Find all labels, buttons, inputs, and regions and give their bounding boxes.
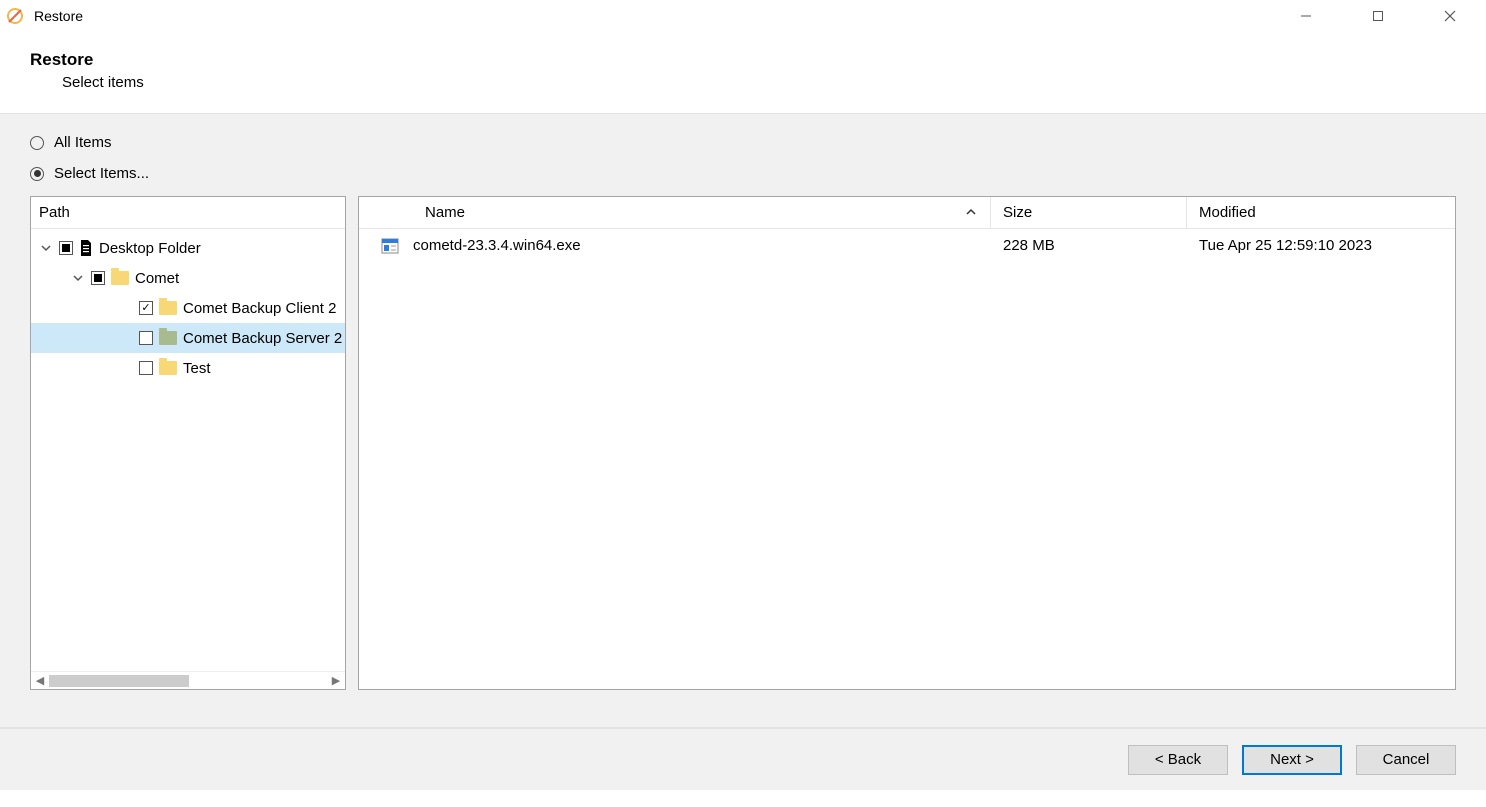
folder-icon [111,271,129,285]
scroll-right-icon[interactable]: ▶ [327,674,345,687]
file-list-body: cometd-23.3.4.win64.exe 228 MB Tue Apr 2… [359,229,1455,689]
tree-header-path[interactable]: Path [31,197,345,229]
column-header-modified[interactable]: Modified [1187,197,1455,228]
exe-file-icon [381,237,399,255]
minimize-button[interactable] [1270,0,1342,32]
page-header: Restore Select items [0,32,1486,113]
radio-select-label: Select Items... [54,165,149,182]
scroll-left-icon[interactable]: ◀ [31,674,49,687]
cancel-button-label: Cancel [1383,751,1430,768]
folder-icon [159,361,177,375]
chevron-down-icon[interactable] [39,243,53,253]
radio-icon [30,136,44,150]
column-header-size[interactable]: Size [991,197,1187,228]
file-list-pane: Name Size Modified co [358,196,1456,690]
chevron-down-icon[interactable] [71,273,85,283]
sort-ascending-icon [966,204,976,221]
tree-node-label: Comet Backup Client 2 [183,300,336,317]
window-title: Restore [34,8,83,24]
scroll-track[interactable] [49,675,327,687]
column-header-label: Modified [1199,204,1256,221]
window-controls [1270,0,1486,32]
tree-node-comet-server[interactable]: Comet Backup Server 2 [31,323,345,353]
radio-select-items[interactable]: Select Items... [30,165,1456,182]
next-button[interactable]: Next > [1242,745,1342,775]
page-title: Restore [30,50,1456,70]
tree-node-label: Test [183,360,211,377]
content-area: All Items Select Items... Path Deskto [0,114,1486,727]
titlebar: Restore [0,0,1486,32]
cancel-button[interactable]: Cancel [1356,745,1456,775]
folder-icon [159,331,177,345]
tree-node-comet[interactable]: Comet [31,263,345,293]
tree-body: Desktop Folder Comet Comet Backup Client… [31,229,345,689]
tree-node-label: Desktop Folder [99,240,201,257]
back-button-label: < Back [1155,751,1201,768]
tree-horizontal-scrollbar[interactable]: ◀ ▶ [31,671,345,689]
radio-icon [30,167,44,181]
tree-header-label: Path [39,204,70,221]
checkbox-unchecked[interactable] [139,361,153,375]
close-button[interactable] [1414,0,1486,32]
app-icon [6,7,24,25]
radio-all-label: All Items [54,134,112,151]
file-name: cometd-23.3.4.win64.exe [399,237,991,254]
tree-node-comet-client[interactable]: Comet Backup Client 2 [31,293,345,323]
tree-pane: Path Desktop Folder [30,196,346,690]
radio-all-items[interactable]: All Items [30,134,1456,151]
file-size: 228 MB [991,237,1187,254]
tree-node-label: Comet [135,270,179,287]
column-header-name[interactable]: Name [359,197,991,228]
checkbox-unchecked[interactable] [139,331,153,345]
tree-node-label: Comet Backup Server 2 [183,330,342,347]
tree-node-test[interactable]: Test [31,353,345,383]
file-row[interactable]: cometd-23.3.4.win64.exe 228 MB Tue Apr 2… [359,229,1455,259]
back-button[interactable]: < Back [1128,745,1228,775]
checkbox-mixed[interactable] [91,271,105,285]
scroll-thumb[interactable] [49,675,189,687]
checkbox-mixed[interactable] [59,241,73,255]
column-header-label: Name [425,204,465,221]
tree-node-desktop-folder[interactable]: Desktop Folder [31,233,345,263]
column-header-label: Size [1003,204,1032,221]
folder-icon [159,301,177,315]
footer: < Back Next > Cancel [0,728,1486,790]
checkbox-checked[interactable] [139,301,153,315]
file-icon [79,239,93,257]
maximize-button[interactable] [1342,0,1414,32]
file-list-header: Name Size Modified [359,197,1455,229]
panes: Path Desktop Folder [30,196,1456,690]
page-subtitle: Select items [30,74,1456,91]
file-modified: Tue Apr 25 12:59:10 2023 [1187,237,1455,254]
next-button-label: Next > [1270,751,1314,768]
